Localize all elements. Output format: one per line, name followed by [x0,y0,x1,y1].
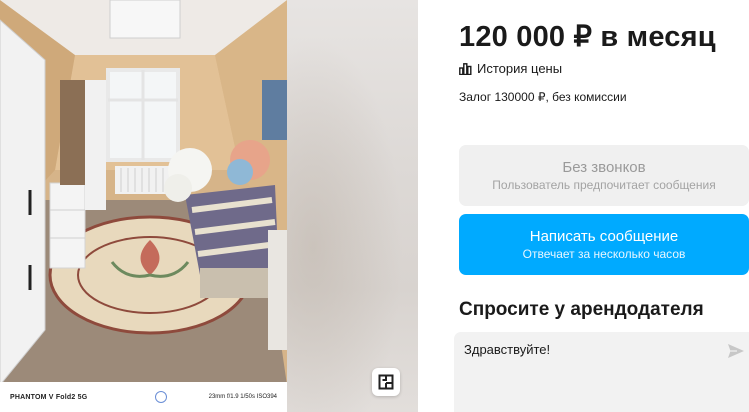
camera-logo-icon [155,391,168,403]
listing-sidebar: 120 000 ₽ в месяц История цены Залог 130… [454,0,749,412]
send-icon [728,344,744,358]
camera-watermark: PHANTOM V Fold2 5G 23mm f/1.9 1/50s ISO3… [0,382,287,412]
camera-settings: 23mm f/1.9 1/50s ISO394 [208,394,277,400]
no-calls-title: Без звонков [562,159,646,176]
no-calls-subtitle: Пользователь предпочитает сообщения [492,178,716,192]
ask-message-input[interactable] [464,342,704,357]
ask-landlord-box [454,332,749,412]
camera-model: PHANTOM V Fold2 5G [10,393,88,401]
ask-landlord-heading: Спросите у арендодателя [459,299,704,320]
no-calls-button[interactable]: Без звонков Пользователь предпочитает со… [459,145,749,206]
send-button[interactable] [727,343,745,364]
write-message-subtitle: Отвечает за несколько часов [522,247,686,261]
price-history-link[interactable]: История цены [459,61,562,76]
price-history-label: История цены [477,61,563,76]
price: 120 000 ₽ в месяц [459,21,716,53]
floorplan-icon [378,374,394,390]
floorplan-button[interactable] [372,368,400,396]
listing-photo[interactable]: PHANTOM V Fold2 5G 23mm f/1.9 1/50s ISO3… [0,0,287,412]
deposit-info: Залог 130000 ₽, без комиссии [459,90,627,104]
photo-gallery[interactable]: PHANTOM V Fold2 5G 23mm f/1.9 1/50s ISO3… [0,0,418,412]
write-message-title: Написать сообщение [529,228,679,245]
write-message-button[interactable]: Написать сообщение Отвечает за несколько… [459,214,749,275]
bar-chart-icon [459,62,472,75]
next-photo-blur [287,0,418,412]
